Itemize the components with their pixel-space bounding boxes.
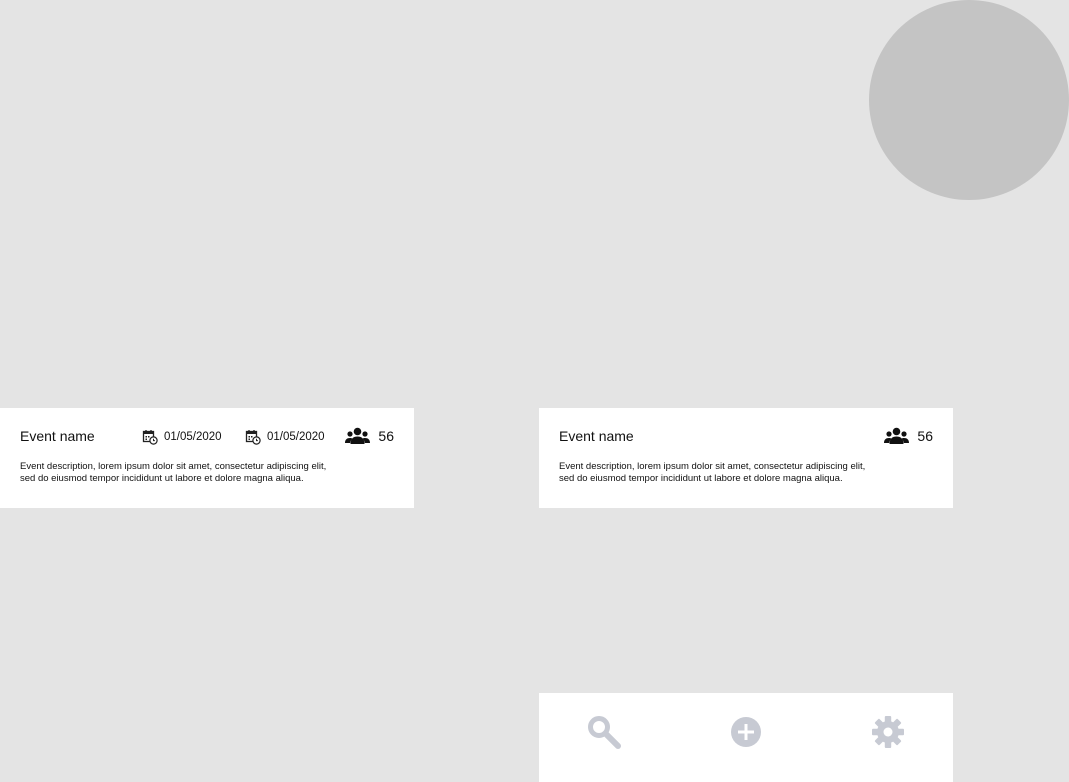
search-icon — [588, 716, 621, 749]
bottom-nav-bar — [539, 693, 953, 782]
start-date: 01/05/2020 — [142, 428, 222, 445]
event-card[interactable]: Event name 56 Event description, lorem i… — [539, 408, 953, 508]
group-icon — [345, 427, 371, 444]
calendar-clock-icon — [142, 429, 158, 445]
event-name: Event name — [20, 428, 95, 444]
avatar-placeholder — [869, 0, 1069, 200]
event-description-line: sed do eiusmod tempor incididunt ut labo… — [20, 473, 304, 484]
gear-icon — [872, 716, 904, 748]
end-date-value: 01/05/2020 — [267, 430, 325, 443]
attendee-count-value: 56 — [378, 428, 394, 444]
end-date: 01/05/2020 — [245, 428, 325, 445]
event-name: Event name — [559, 428, 634, 444]
attendee-count-value: 56 — [917, 428, 933, 444]
search-button[interactable] — [585, 713, 623, 751]
event-description-line: Event description, lorem ipsum dolor sit… — [559, 461, 866, 472]
event-description: Event description, lorem ipsum dolor sit… — [559, 461, 899, 485]
add-event-button[interactable] — [727, 713, 765, 751]
settings-button[interactable] — [869, 713, 907, 751]
group-icon — [884, 427, 910, 444]
start-date-value: 01/05/2020 — [164, 430, 222, 443]
attendee-count: 56 — [884, 426, 933, 446]
event-description: Event description, lorem ipsum dolor sit… — [20, 461, 360, 485]
attendee-count: 56 — [345, 426, 394, 446]
event-card[interactable]: Event name 01/05/2020 01/05/2020 56 Even… — [0, 408, 414, 508]
calendar-clock-icon — [245, 429, 261, 445]
add-circle-icon — [731, 717, 761, 747]
event-description-line: sed do eiusmod tempor incididunt ut labo… — [559, 473, 843, 484]
event-description-line: Event description, lorem ipsum dolor sit… — [20, 461, 327, 472]
